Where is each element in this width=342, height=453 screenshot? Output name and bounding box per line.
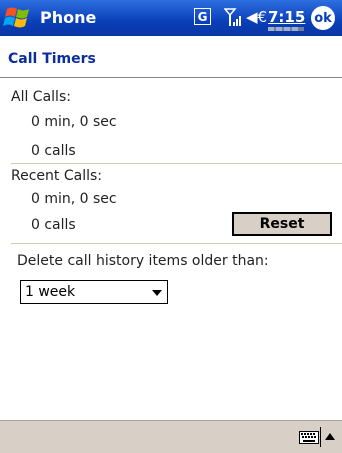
all-calls-count: 0 calls: [31, 143, 76, 159]
volume-icon[interactable]: ◀€: [246, 8, 267, 26]
app-title: Phone: [40, 8, 97, 27]
signal-icon[interactable]: [224, 7, 244, 27]
gprs-icon[interactable]: G: [194, 8, 211, 25]
section-divider: [11, 163, 342, 164]
recent-calls-count: 0 calls: [31, 217, 76, 233]
bottom-bar: [0, 420, 342, 453]
reset-button[interactable]: Reset: [232, 212, 332, 236]
dropdown-selected-value: 1 week: [25, 284, 76, 300]
windows-start-icon[interactable]: [3, 3, 33, 33]
chevron-down-icon: [152, 290, 162, 296]
bar-divider: [320, 427, 321, 447]
ok-button[interactable]: ok: [311, 6, 335, 30]
section-divider: [11, 243, 342, 244]
delete-history-dropdown[interactable]: 1 week: [20, 280, 168, 304]
recent-calls-label: Recent Calls:: [11, 168, 102, 184]
sip-arrow-icon[interactable]: [325, 433, 335, 440]
header-divider: [0, 77, 342, 78]
keyboard-icon[interactable]: [299, 431, 319, 444]
battery-icon: [268, 27, 304, 31]
page-title: Call Timers: [8, 51, 96, 67]
recent-calls-duration: 0 min, 0 sec: [31, 191, 117, 207]
clock[interactable]: 7:15: [268, 8, 305, 26]
title-bar: Phone G ◀€ 7:15 ok: [0, 0, 342, 36]
delete-history-label: Delete call history items older than:: [17, 253, 269, 269]
all-calls-label: All Calls:: [11, 89, 71, 105]
all-calls-duration: 0 min, 0 sec: [31, 114, 117, 130]
